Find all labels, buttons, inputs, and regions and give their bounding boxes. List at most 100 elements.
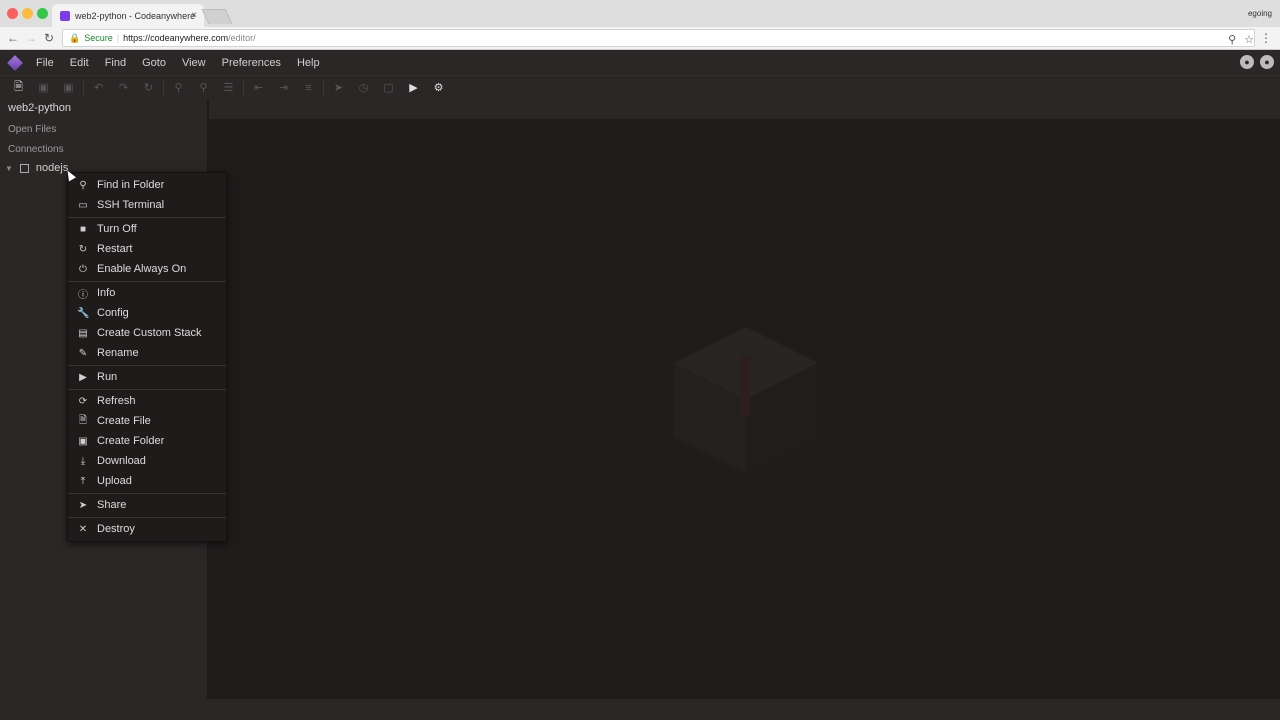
- url-path: /editor/: [228, 33, 256, 43]
- menu-item-label: Create File: [97, 415, 151, 427]
- browser-menu-icon[interactable]: ⋮: [1260, 32, 1272, 44]
- find-icon[interactable]: ⚲: [166, 81, 191, 94]
- menu-item-label: Rename: [97, 347, 139, 359]
- run-icon[interactable]: ▶: [401, 81, 426, 94]
- upload-icon: ⤒: [80, 475, 86, 487]
- reload-icon[interactable]: ↻: [44, 32, 54, 44]
- menu-item-ssh-terminal[interactable]: ▭ SSH Terminal: [68, 195, 226, 215]
- undo-icon[interactable]: ↶: [86, 81, 111, 94]
- menu-item-label: Enable Always On: [97, 263, 187, 275]
- send-icon[interactable]: ➤: [326, 81, 351, 94]
- new-file-icon[interactable]: 🗎: [6, 78, 31, 97]
- find-replace-icon[interactable]: ⚲: [191, 81, 216, 94]
- menu-item-run[interactable]: ▶ Run: [68, 367, 226, 387]
- menu-item-enable-always-on[interactable]: ⏻ Enable Always On: [68, 259, 226, 279]
- user-avatar-icon[interactable]: ●: [1260, 55, 1274, 69]
- context-menu: ⚲ Find in Folder ▭ SSH Terminal ■ Turn Off ↻ Re…: [67, 172, 227, 542]
- status-bar: [0, 699, 1280, 720]
- new-tab-button[interactable]: [201, 9, 233, 24]
- back-arrow-icon[interactable]: ←: [7, 32, 19, 44]
- menu-edit[interactable]: Edit: [62, 57, 97, 69]
- save-icon[interactable]: ▣: [31, 81, 56, 94]
- menu-preferences[interactable]: Preferences: [214, 57, 289, 69]
- toolbar-divider: [83, 80, 84, 95]
- address-bar[interactable]: 🔒 Secure | https://codeanywhere.com /edi…: [62, 29, 1255, 47]
- menu-item-label: Destroy: [97, 523, 135, 535]
- browser-tab[interactable]: web2-python - Codeanywhere ×: [52, 4, 204, 27]
- save-all-icon[interactable]: ▣: [56, 81, 81, 94]
- notifications-icon[interactable]: ●: [1240, 55, 1254, 69]
- menu-item-label: SSH Terminal: [97, 199, 165, 211]
- menu-item-label: Restart: [97, 243, 133, 255]
- chevron-down-icon[interactable]: ▼: [5, 164, 13, 173]
- menu-goto[interactable]: Goto: [134, 57, 174, 69]
- menu-item-label: Share: [97, 499, 127, 511]
- address-bar-actions: ⚲ ☆: [1228, 33, 1254, 46]
- search-icon: ⚲: [79, 179, 87, 191]
- menu-item-turn-off[interactable]: ■ Turn Off: [68, 219, 226, 239]
- connections-section[interactable]: Connections: [8, 144, 64, 155]
- tree-node-nodejs[interactable]: ▼ nodejs: [5, 162, 68, 174]
- toolbar-divider: [323, 80, 324, 95]
- preview-icon[interactable]: ▢: [376, 81, 401, 94]
- codeanywhere-favicon-icon: [60, 10, 70, 21]
- browser-profile-name[interactable]: egoing: [1248, 9, 1272, 18]
- menu-separator: [68, 388, 226, 390]
- menu-item-label: Upload: [97, 475, 132, 487]
- menu-view[interactable]: View: [174, 57, 214, 69]
- menu-item-download[interactable]: ⤓ Download: [68, 451, 226, 471]
- maximize-window-button[interactable]: [37, 8, 48, 19]
- container-icon: [19, 163, 29, 173]
- menu-item-label: Download: [97, 455, 146, 467]
- play-icon: ▶: [79, 371, 87, 383]
- codeanywhere-logo-icon[interactable]: [7, 54, 23, 71]
- menu-item-config[interactable]: 🔧 Config: [68, 303, 226, 323]
- menu-file[interactable]: File: [28, 57, 62, 69]
- menu-find[interactable]: Find: [97, 57, 134, 69]
- url-separator: |: [116, 33, 120, 43]
- history-icon[interactable]: ◷: [351, 81, 376, 94]
- menu-item-create-file[interactable]: 🗎 Create File: [68, 411, 226, 431]
- menu-item-destroy[interactable]: ✕ Destroy: [68, 519, 226, 539]
- menu-item-label: Info: [97, 287, 116, 299]
- menu-item-share[interactable]: ➤ Share: [68, 495, 226, 515]
- menu-item-upload[interactable]: ⤒ Upload: [68, 471, 226, 491]
- minimize-window-button[interactable]: [22, 8, 33, 19]
- menu-item-restart[interactable]: ↻ Restart: [68, 239, 226, 259]
- browser-tab-strip: web2-python - Codeanywhere × egoing: [0, 0, 1280, 27]
- menu-separator: [68, 280, 226, 282]
- indent-icon[interactable]: ⇥: [271, 81, 296, 94]
- menu-help[interactable]: Help: [289, 57, 328, 69]
- close-window-button[interactable]: [7, 8, 18, 19]
- outdent-icon[interactable]: ⇤: [246, 81, 271, 94]
- project-title[interactable]: web2-python: [8, 102, 71, 114]
- menu-item-refresh[interactable]: ⟳ Refresh: [68, 391, 226, 411]
- toolbar-divider: [243, 80, 244, 95]
- menu-item-find-in-folder[interactable]: ⚲ Find in Folder: [68, 175, 226, 195]
- menu-separator: [68, 364, 226, 366]
- settings-gear-icon[interactable]: ⚙: [426, 81, 451, 94]
- refresh-icon: ⟳: [78, 395, 88, 407]
- menu-item-label: Run: [97, 371, 118, 383]
- editor-toolbar: 🗎 ▣ ▣ ↶ ↷ ↻ ⚲ ⚲ ☰ ⇤ ⇥ ≡ ➤ ◷ ▢ ▶ ⚙: [0, 75, 1280, 99]
- forward-arrow-icon[interactable]: →: [25, 32, 37, 44]
- menu-item-create-custom-stack[interactable]: ▤ Create Custom Stack: [68, 323, 226, 343]
- reload-file-icon[interactable]: ↻: [136, 81, 161, 94]
- pencil-icon: ✎: [78, 347, 88, 359]
- browser-address-row: ← → ↻ 🔒 Secure | https://codeanywhere.co…: [0, 27, 1280, 50]
- power-icon: ⏻: [79, 263, 87, 275]
- menu-item-info[interactable]: ⓘ Info: [68, 283, 226, 303]
- redo-icon[interactable]: ↷: [111, 81, 136, 94]
- editor-tab-bar: [209, 99, 1280, 119]
- tab-close-icon[interactable]: ×: [191, 10, 197, 21]
- menu-item-rename[interactable]: ✎ Rename: [68, 343, 226, 363]
- menu-item-create-folder[interactable]: ▣ Create Folder: [68, 431, 226, 451]
- format-icon[interactable]: ☰: [216, 81, 241, 94]
- download-icon: ⤓: [80, 455, 86, 467]
- bookmark-star-icon[interactable]: ☆: [1244, 33, 1254, 46]
- zoom-icon[interactable]: ⚲: [1228, 33, 1236, 46]
- open-files-section[interactable]: Open Files: [8, 124, 56, 135]
- sort-icon[interactable]: ≡: [296, 82, 321, 94]
- url-host: https://codeanywhere.com: [123, 33, 229, 43]
- close-icon: ✕: [78, 523, 88, 535]
